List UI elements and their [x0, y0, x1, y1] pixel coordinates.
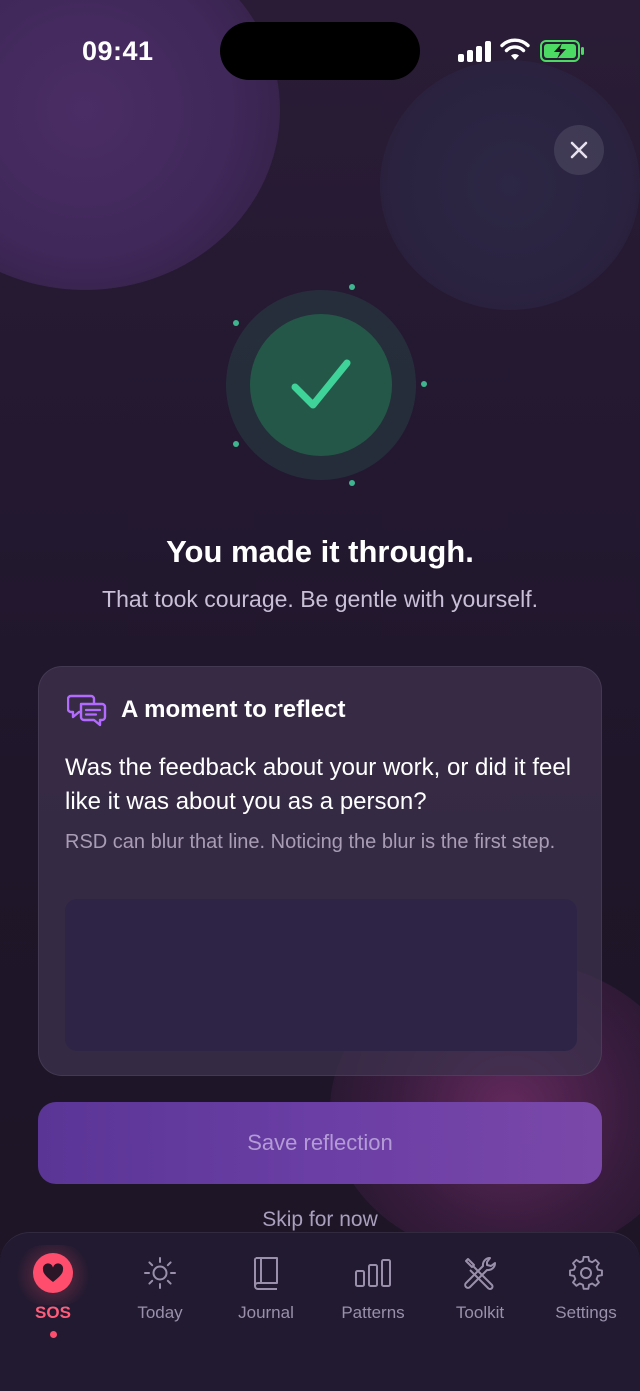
dynamic-island — [220, 22, 420, 80]
status-time: 09:41 — [82, 36, 154, 66]
status-bar: 09:41 — [0, 0, 640, 100]
close-icon — [570, 141, 588, 159]
skip-link[interactable]: Skip for now — [0, 1208, 640, 1232]
tab-toolkit[interactable]: Toolkit — [427, 1253, 533, 1323]
tab-label: Journal — [238, 1303, 294, 1322]
gear-icon — [569, 1256, 603, 1290]
sparkle-dot — [421, 381, 427, 387]
wifi-icon — [500, 38, 530, 60]
chat-bubbles-icon — [67, 694, 107, 727]
book-icon — [253, 1257, 278, 1290]
reflection-question: Was the feedback about your work, or did… — [65, 754, 572, 815]
sparkle-dot — [349, 480, 355, 486]
tab-label: Today — [137, 1303, 183, 1322]
tab-label: Patterns — [341, 1303, 405, 1322]
tab-label: Toolkit — [455, 1303, 505, 1322]
reflection-card-title: A moment to reflect — [121, 696, 346, 723]
reflection-hint: RSD can blur that line. Noticing the blu… — [65, 831, 556, 853]
active-indicator — [49, 1331, 57, 1338]
bar-chart-icon — [355, 1259, 391, 1287]
tab-label: SOS — [35, 1303, 71, 1322]
close-button[interactable] — [554, 125, 604, 175]
battery-charging-icon — [540, 40, 584, 62]
sun-icon — [144, 1257, 176, 1289]
sparkle-dot — [233, 441, 239, 447]
sparkle-dot — [349, 284, 355, 290]
page-title: You made it through. — [166, 534, 474, 569]
tab-patterns[interactable]: Patterns — [320, 1253, 426, 1323]
reflection-card-header: A moment to reflect — [67, 693, 345, 727]
cellular-signal-icon — [458, 40, 492, 62]
heart-icon — [33, 1253, 73, 1293]
success-emblem — [220, 284, 430, 494]
tab-settings[interactable]: Settings — [533, 1253, 639, 1323]
reflection-input[interactable] — [65, 899, 577, 1051]
page-subtitle: That took courage. Be gentle with yourse… — [102, 586, 538, 612]
tab-journal[interactable]: Journal — [213, 1253, 319, 1323]
checkmark-icon — [291, 359, 351, 409]
sparkle-dot — [233, 320, 239, 326]
save-reflection-button[interactable]: Save reflection — [38, 1102, 602, 1184]
success-circle — [250, 314, 392, 456]
tab-bar: SOS Today Journal Patterns Toolkit Setti… — [0, 1232, 640, 1391]
tab-label: Settings — [555, 1303, 617, 1322]
tools-icon — [464, 1256, 497, 1290]
tab-today[interactable]: Today — [107, 1253, 213, 1323]
reflection-card: A moment to reflect Was the feedback abo… — [38, 666, 602, 1076]
tab-sos[interactable]: SOS — [0, 1253, 106, 1338]
